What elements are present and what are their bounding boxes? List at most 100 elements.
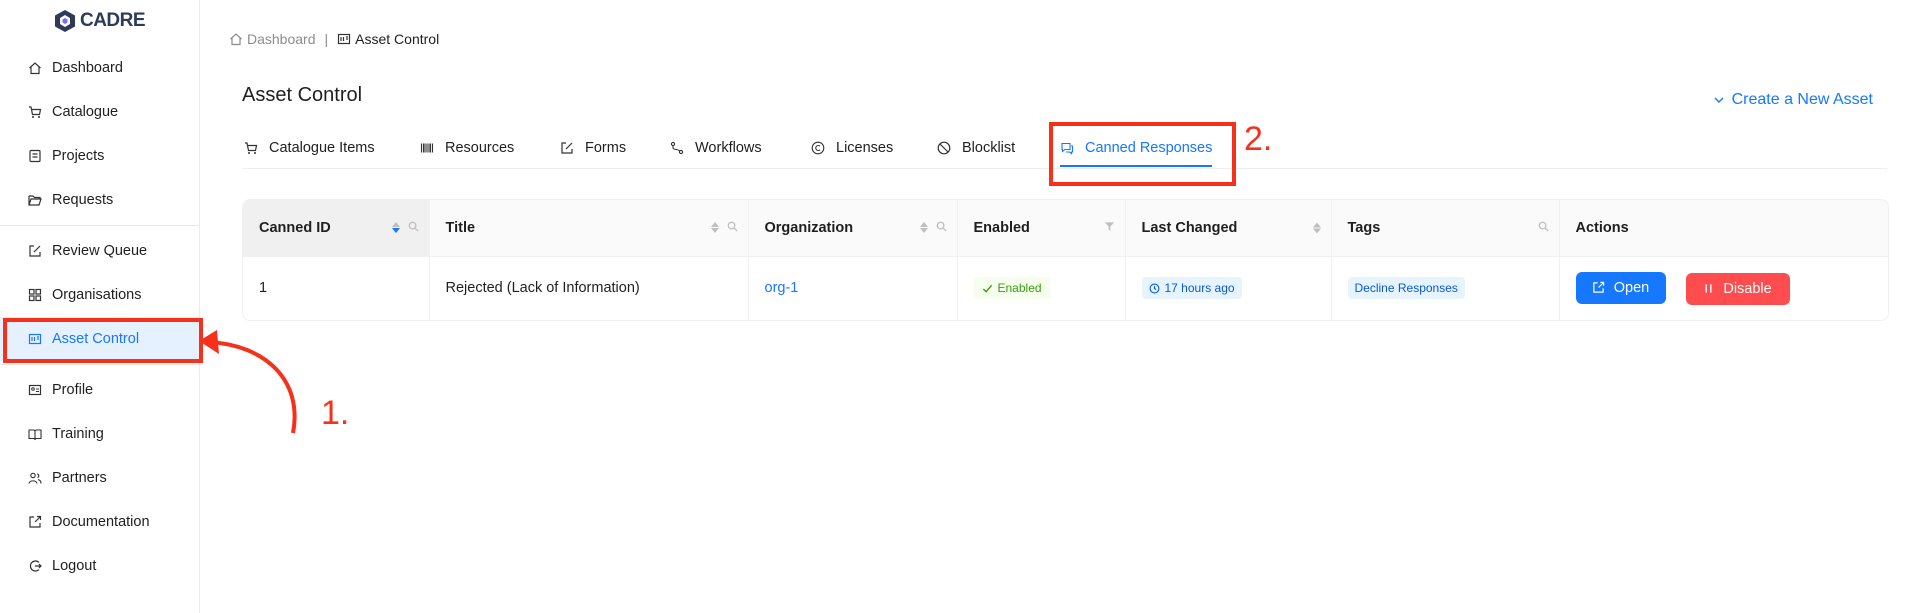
column-header-label: Tags	[1347, 219, 1381, 236]
annotation-box-canned-responses	[1049, 122, 1236, 186]
logo[interactable]: CADRE	[0, 0, 199, 40]
annotation-step-1-label: 1.	[321, 394, 350, 432]
branches-icon	[670, 141, 684, 155]
disable-button-label: Disable	[1723, 280, 1772, 297]
disable-button[interactable]: Disable	[1685, 272, 1790, 305]
sidebar-item-catalogue[interactable]: Catalogue	[0, 90, 199, 134]
sidebar-item-label: Catalogue	[52, 104, 119, 120]
tab-resources[interactable]: Resources	[420, 126, 514, 169]
column-header-enabled[interactable]: Enabled	[957, 200, 1126, 257]
grid-icon	[28, 288, 42, 302]
breadcrumb-current: Asset Control	[337, 31, 439, 47]
sidebar-item-projects[interactable]: Projects	[0, 134, 199, 178]
sidebar-item-dashboard[interactable]: Dashboard	[0, 46, 199, 90]
stop-icon	[937, 141, 951, 155]
breadcrumb-home-link[interactable]: Dashboard	[229, 31, 316, 47]
team-icon	[28, 471, 42, 485]
sidebar-item-label: Profile	[52, 382, 94, 398]
sidebar-item-label: Documentation	[52, 514, 150, 530]
sidebar-item-logout[interactable]: Logout	[0, 544, 199, 588]
breadcrumb-separator: |	[324, 31, 329, 47]
cell-canned-id: 1	[243, 256, 430, 320]
sidebar-item-label: Projects	[52, 148, 105, 164]
cart-icon	[28, 105, 42, 119]
tab-blocklist[interactable]: Blocklist	[937, 126, 1015, 169]
enabled-status-label: Enabled	[997, 281, 1042, 296]
sidebar-item-documentation[interactable]: Documentation	[0, 500, 199, 544]
edit-icon	[28, 244, 42, 258]
cell-tags: Decline Responses	[1331, 256, 1560, 320]
tab-label: Forms	[585, 139, 627, 156]
tag-badge: Decline Responses	[1347, 277, 1465, 300]
cart-icon	[244, 141, 258, 155]
sort-icon[interactable]	[710, 222, 719, 234]
column-header-canned-id[interactable]: Canned ID	[243, 200, 430, 257]
sidebar-item-requests[interactable]: Requests	[0, 178, 199, 222]
search-icon[interactable]	[1538, 220, 1549, 236]
page-title: Asset Control	[242, 84, 363, 106]
last-changed-label: 17 hours ago	[1164, 281, 1235, 296]
cadre-logo-icon	[54, 10, 75, 32]
tab-label: Blocklist	[962, 139, 1016, 156]
create-new-asset-label: Create a New Asset	[1731, 91, 1873, 108]
cell-organization: org-1	[748, 256, 958, 320]
breadcrumb-current-label: Asset Control	[355, 31, 440, 47]
search-icon[interactable]	[408, 220, 419, 236]
tab-catalogue-items[interactable]: Catalogue Items	[244, 126, 375, 169]
tab-forms[interactable]: Forms	[560, 126, 626, 169]
tab-label: Licenses	[836, 139, 894, 156]
sidebar-item-label: Review Queue	[52, 243, 148, 259]
breadcrumb: Dashboard | Asset Control	[229, 31, 439, 47]
sidebar-item-training[interactable]: Training	[0, 412, 199, 456]
id-card-icon	[28, 383, 42, 397]
column-header-label: Enabled	[973, 219, 1030, 236]
sort-icon[interactable]	[919, 222, 928, 234]
sidebar-divider	[0, 364, 199, 365]
tab-licenses[interactable]: Licenses	[811, 126, 893, 169]
annotation-box-asset-control	[3, 318, 203, 363]
tab-workflows[interactable]: Workflows	[670, 126, 762, 169]
book-icon	[28, 427, 42, 441]
column-header-label: Title	[445, 219, 476, 236]
sort-icon[interactable]	[391, 222, 400, 234]
search-icon[interactable]	[727, 220, 738, 236]
table-row[interactable]: 1 Rejected (Lack of Information) org-1 E…	[243, 256, 1888, 320]
sidebar: CADRE Dashboard Catalogue Projects Reque…	[0, 0, 200, 613]
last-changed-badge: 17 hours ago	[1141, 277, 1242, 300]
sidebar-item-review-queue[interactable]: Review Queue	[0, 229, 199, 273]
sidebar-item-label: Requests	[52, 192, 114, 208]
sidebar-item-profile[interactable]: Profile	[0, 368, 199, 412]
cell-last-changed: 17 hours ago	[1125, 256, 1332, 320]
home-icon	[229, 32, 243, 46]
create-new-asset-button[interactable]: Create a New Asset	[1713, 91, 1873, 109]
edit-icon	[560, 141, 574, 155]
filter-icon[interactable]	[1104, 220, 1115, 236]
open-button-label: Open	[1613, 279, 1650, 296]
open-button[interactable]: Open	[1575, 271, 1666, 304]
column-header-tags[interactable]: Tags	[1331, 200, 1560, 257]
annotation-step-2-label: 2.	[1244, 120, 1273, 158]
search-icon[interactable]	[936, 220, 947, 236]
home-icon	[28, 61, 42, 75]
sidebar-item-label: Logout	[52, 558, 97, 574]
column-header-organization[interactable]: Organization	[748, 200, 958, 257]
folder-open-icon	[28, 193, 42, 207]
sidebar-item-organisations[interactable]: Organisations	[0, 273, 199, 317]
sidebar-item-label: Training	[52, 426, 104, 442]
sidebar-item-partners[interactable]: Partners	[0, 456, 199, 500]
cell-actions: Open Disable	[1559, 256, 1888, 320]
column-header-title[interactable]: Title	[429, 200, 749, 257]
sort-icon[interactable]	[1312, 222, 1321, 234]
column-header-last-changed[interactable]: Last Changed	[1125, 200, 1332, 257]
column-header-label: Organization	[764, 219, 854, 236]
canned-responses-table: Canned ID Title Organization Enabled Las…	[242, 199, 1889, 321]
organization-link[interactable]: org-1	[765, 280, 799, 296]
column-header-actions: Actions	[1559, 200, 1888, 257]
tab-label: Catalogue Items	[269, 139, 375, 156]
copyright-icon	[811, 141, 825, 155]
tab-label: Workflows	[695, 139, 762, 156]
logout-icon	[28, 559, 42, 573]
sidebar-item-label: Partners	[52, 470, 107, 486]
pause-icon	[1703, 283, 1714, 294]
asset-icon	[337, 32, 351, 46]
